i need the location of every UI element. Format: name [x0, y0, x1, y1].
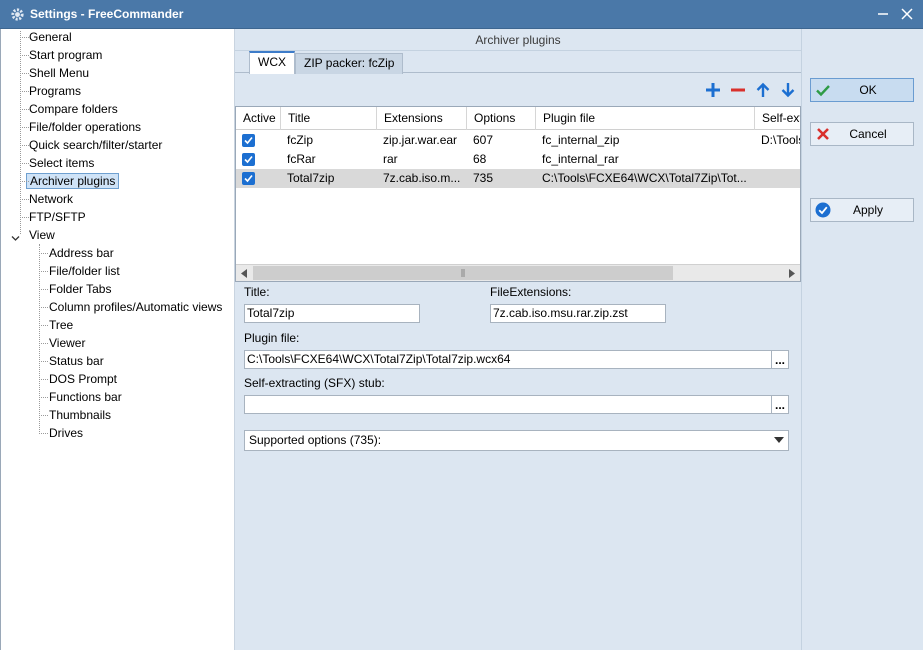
cell-plugin-file: C:\Tools\FCXE64\WCX\Total7Zip\Tot...	[542, 171, 747, 185]
tree-item-start-program[interactable]: Start program	[20, 47, 105, 64]
tree-item-drives[interactable]: Drives	[39, 425, 86, 442]
column-header-active[interactable]: Active	[236, 107, 281, 130]
tab-wcx[interactable]: WCX	[249, 51, 295, 74]
tree-item-shell-menu[interactable]: Shell Menu	[20, 65, 92, 82]
plugins-grid: Active Title Extensions Options Plugin f…	[235, 106, 801, 282]
tree-item-general[interactable]: General	[20, 29, 75, 46]
column-header-options[interactable]: Options	[467, 107, 536, 130]
table-row[interactable]: fcZip zip.jar.war.ear 607 fc_internal_zi…	[236, 131, 800, 150]
tree-item-archiver-plugins[interactable]: Archiver plugins	[20, 173, 120, 190]
tree-item-compare-folders[interactable]: Compare folders	[20, 101, 121, 118]
title-label: Title:	[244, 285, 270, 299]
chevron-down-icon[interactable]	[11, 231, 20, 248]
column-header-extensions[interactable]: Extensions	[377, 107, 467, 130]
cell-options: 607	[473, 133, 494, 147]
tree-item-viewer[interactable]: Viewer	[39, 335, 88, 352]
file-extensions-field[interactable]: 7z.cab.iso.msu.rar.zip.zst	[490, 304, 666, 323]
grid-toolbar	[703, 80, 797, 99]
scroll-right-icon[interactable]	[783, 265, 800, 281]
cell-title: fcRar	[287, 152, 316, 166]
cell-title: fcZip	[287, 133, 314, 147]
dialog-buttons-panel: OK Cancel Apply	[801, 29, 923, 650]
archiver-plugins-panel: Archiver plugins WCX ZIP packer: fcZip A…	[235, 29, 801, 650]
minimize-button[interactable]	[872, 4, 894, 24]
table-row[interactable]: Total7zip 7z.cab.iso.m... 735 C:\Tools\F…	[236, 169, 800, 188]
check-circle-icon	[811, 202, 835, 218]
grid-header: Active Title Extensions Options Plugin f…	[236, 107, 800, 130]
browse-sfx-button[interactable]: ...	[771, 395, 789, 414]
arrow-down-icon[interactable]	[778, 80, 797, 99]
tree-item-thumbnails[interactable]: Thumbnails	[39, 407, 114, 424]
horizontal-scrollbar[interactable]	[236, 264, 800, 281]
minus-icon[interactable]	[728, 80, 747, 99]
cell-options: 68	[473, 152, 487, 166]
active-checkbox[interactable]	[242, 134, 255, 147]
tree-item-folder-tabs[interactable]: Folder Tabs	[39, 281, 114, 298]
sfx-stub-field[interactable]	[244, 395, 772, 414]
tree-item-programs[interactable]: Programs	[20, 83, 84, 100]
browse-plugin-button[interactable]: ...	[771, 350, 789, 369]
tree-item-column-profiles[interactable]: Column profiles/Automatic views	[39, 299, 225, 316]
tree-item-file-folder-operations[interactable]: File/folder operations	[20, 119, 144, 136]
cell-plugin-file: fc_internal_rar	[542, 152, 619, 166]
supported-options-label: Supported options (735):	[249, 433, 382, 447]
plugin-file-field[interactable]: C:\Tools\FCXE64\WCX\Total7Zip\Total7zip.…	[244, 350, 772, 369]
apply-button[interactable]: Apply	[810, 198, 914, 222]
tree-item-dos-prompt[interactable]: DOS Prompt	[39, 371, 120, 388]
sfx-stub-label: Self-extracting (SFX) stub:	[244, 376, 385, 390]
title-field[interactable]: Total7zip	[244, 304, 420, 323]
cell-self-ext	[761, 169, 800, 188]
plus-icon[interactable]	[703, 80, 722, 99]
tree-item-ftp-sftp[interactable]: FTP/SFTP	[20, 209, 89, 226]
tree-item-file-folder-list[interactable]: File/folder list	[39, 263, 123, 280]
gear-icon	[9, 6, 25, 22]
cancel-button[interactable]: Cancel	[810, 122, 914, 146]
chevron-down-icon[interactable]	[774, 437, 784, 443]
active-checkbox[interactable]	[242, 172, 255, 185]
tree-item-tree[interactable]: Tree	[39, 317, 76, 334]
column-header-self-ext[interactable]: Self-ext	[755, 107, 800, 130]
table-row[interactable]: fcRar rar 68 fc_internal_rar	[236, 150, 800, 169]
cell-options: 735	[473, 171, 494, 185]
cell-extensions: 7z.cab.iso.m...	[383, 171, 461, 185]
tree-item-network[interactable]: Network	[20, 191, 76, 208]
close-icon	[811, 127, 835, 141]
close-button[interactable]	[896, 4, 918, 24]
ok-button[interactable]: OK	[810, 78, 914, 102]
cell-self-ext: D:\Tools	[761, 133, 801, 147]
column-header-title[interactable]: Title	[281, 107, 377, 130]
tree-item-status-bar[interactable]: Status bar	[39, 353, 107, 370]
cell-extensions: rar	[383, 152, 398, 166]
cell-plugin-file: fc_internal_zip	[542, 133, 620, 147]
file-extensions-label: FileExtensions:	[490, 285, 572, 299]
section-title: Archiver plugins	[235, 29, 801, 51]
plugin-file-label: Plugin file:	[244, 331, 300, 345]
tree-item-address-bar[interactable]: Address bar	[39, 245, 117, 262]
column-header-plugin-file[interactable]: Plugin file	[536, 107, 755, 130]
active-checkbox[interactable]	[242, 153, 255, 166]
settings-tree: General Start program Shell Menu Program…	[0, 29, 235, 650]
tree-item-quick-search[interactable]: Quick search/filter/starter	[20, 137, 165, 154]
cell-extensions: zip.jar.war.ear	[383, 133, 458, 147]
scroll-left-icon[interactable]	[236, 265, 253, 281]
cell-self-ext	[761, 150, 800, 169]
plugin-tabs: WCX ZIP packer: fcZip	[235, 51, 801, 74]
tree-item-view[interactable]: View	[11, 227, 58, 244]
window-title: Settings - FreeCommander	[30, 7, 184, 21]
title-bar: Settings - FreeCommander	[0, 0, 923, 29]
tree-item-select-items[interactable]: Select items	[20, 155, 97, 172]
scrollbar-thumb[interactable]	[253, 266, 673, 280]
tab-zip-packer[interactable]: ZIP packer: fcZip	[295, 53, 404, 74]
tree-item-functions-bar[interactable]: Functions bar	[39, 389, 125, 406]
arrow-up-icon[interactable]	[753, 80, 772, 99]
cell-title: Total7zip	[287, 171, 335, 185]
supported-options-dropdown[interactable]: Supported options (735):	[244, 430, 789, 451]
checkmark-icon	[811, 82, 835, 98]
